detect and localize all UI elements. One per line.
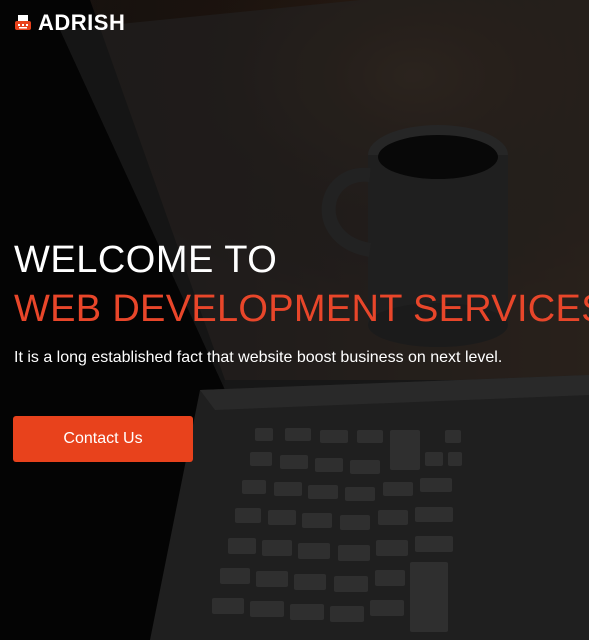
typewriter-icon <box>15 15 31 30</box>
hero-heading-line1: WELCOME TO <box>14 239 278 281</box>
hero-section: ADRISH WELCOME TO WEB DEVELOPMENT SERVIC… <box>0 0 589 640</box>
hero-lead-text: It is a long established fact that websi… <box>14 349 503 366</box>
contact-us-button[interactable]: Contact Us <box>13 416 193 462</box>
hero-heading-line2: WEB DEVELOPMENT SERVICES <box>14 288 589 330</box>
brand-name: ADRISH <box>38 10 126 35</box>
brand-logo[interactable]: ADRISH <box>14 10 125 36</box>
